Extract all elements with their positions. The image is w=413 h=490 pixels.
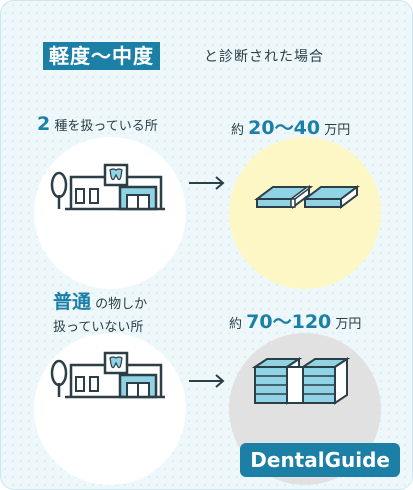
scenario2-caption-line1: 普通 の物しか bbox=[53, 287, 147, 314]
headline-suffix: と診断された場合 bbox=[204, 49, 324, 65]
clinic-building-icon bbox=[50, 163, 165, 211]
headline-highlight: 軽度〜中度 bbox=[43, 42, 160, 70]
scenario2-caption-accent: 普通 bbox=[53, 291, 92, 313]
scenario1-caption: 2 種を扱っている所 bbox=[37, 113, 158, 135]
scenario2-cost: 約 70〜120 万円 bbox=[229, 307, 361, 334]
scenario2-caption-line2: 扱っていない所 bbox=[53, 320, 144, 335]
scenario2-caption-line1-text: の物しか bbox=[95, 297, 148, 312]
arrow-right-icon bbox=[189, 374, 225, 388]
clinic-building-icon bbox=[50, 351, 165, 399]
scenario1-caption-number: 2 bbox=[37, 113, 51, 135]
scenario2-cost-unit: 万円 bbox=[335, 317, 362, 332]
money-bundle-icon bbox=[251, 357, 351, 405]
infographic-card: 軽度〜中度 と診断された場合 2 種を扱っている所 約 20〜40 万円 普通 … bbox=[0, 0, 413, 490]
brand-logo: DentalGuide bbox=[240, 443, 400, 477]
scenario1-cost-circle bbox=[229, 137, 381, 289]
scenario1-cost-unit: 万円 bbox=[324, 123, 351, 138]
scenario1-cost: 約 20〜40 万円 bbox=[231, 113, 350, 140]
scenario2-cost-prefix: 約 bbox=[229, 317, 243, 332]
arrow-right-icon bbox=[189, 176, 225, 190]
scenario1-cost-value: 20〜40 bbox=[248, 117, 321, 139]
scenario1-cost-prefix: 約 bbox=[231, 123, 245, 138]
money-bundle-icon bbox=[254, 185, 360, 209]
scenario1-caption-text: 種を扱っている所 bbox=[54, 119, 158, 134]
scenario2-cost-value: 70〜120 bbox=[246, 311, 332, 333]
